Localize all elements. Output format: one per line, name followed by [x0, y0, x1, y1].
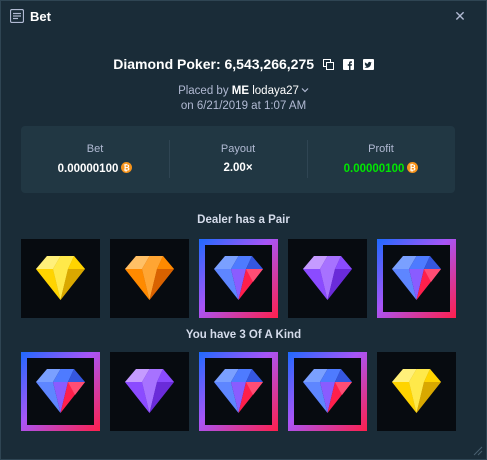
bet-label: Bet — [86, 143, 104, 155]
game-id-text: Diamond Poker: 6,543,266,275 — [113, 56, 315, 72]
copy-icon[interactable] — [322, 59, 334, 70]
gem-card — [288, 239, 367, 318]
profit-stat: Profit 0.00000100 ₿ — [307, 126, 455, 193]
bet-amount-stat: Bet 0.00000100 ₿ — [21, 126, 169, 193]
svg-text:₿: ₿ — [410, 163, 417, 172]
svg-text:₿: ₿ — [124, 163, 131, 172]
gem-card — [377, 352, 456, 431]
bet-value: 0.00000100 — [57, 163, 119, 175]
bet-slip-icon — [10, 9, 24, 23]
bitcoin-icon: ₿ — [121, 162, 133, 173]
gem-card — [21, 239, 100, 318]
payout-label: Payout — [220, 143, 256, 155]
bitcoin-icon: ₿ — [407, 162, 419, 173]
resize-handle-icon[interactable] — [471, 444, 483, 456]
bet-stats-panel: Bet 0.00000100 ₿ Payout 2.00× Profit 0.00… — [21, 126, 455, 193]
gem-card — [199, 352, 278, 431]
game-id-line: Diamond Poker: 6,543,266,275 — [0, 56, 487, 72]
blue-red-gem-icon — [214, 369, 263, 413]
placed-by-line: Placed by ME lodaya27 — [0, 85, 487, 97]
bet-value-line: 0.00000100 ₿ — [21, 162, 169, 175]
username-link[interactable]: lodaya27 — [252, 85, 299, 97]
yellow-gem-icon — [392, 369, 441, 413]
facebook-icon[interactable] — [342, 59, 354, 70]
modal-header: Bet ✕ — [0, 0, 487, 34]
payout-value: 2.00× — [223, 162, 253, 174]
profit-label: Profit — [368, 143, 394, 155]
yellow-gem-icon — [36, 256, 85, 300]
blue-red-gem-icon — [36, 369, 85, 413]
blue-red-gem-icon — [214, 256, 263, 300]
gem-card — [377, 239, 456, 318]
gem-card — [110, 352, 189, 431]
placed-by-prefix: Placed by — [178, 85, 229, 97]
close-icon[interactable]: ✕ — [452, 8, 468, 24]
purple-gem-icon — [303, 256, 352, 300]
player-hand-label: You have 3 Of A Kind — [185, 329, 302, 341]
purple-gem-icon — [125, 369, 174, 413]
gem-card — [199, 239, 278, 318]
gem-card — [21, 352, 100, 431]
me-badge: ME — [231, 85, 250, 97]
bet-date: on 6/21/2019 at 1:07 AM — [180, 100, 307, 112]
gem-card — [288, 352, 367, 431]
profit-value: 0.00000100 — [343, 163, 405, 175]
profit-value-line: 0.00000100 ₿ — [307, 162, 455, 175]
payout-stat: Payout 2.00× — [169, 126, 307, 193]
modal-title: Bet — [30, 9, 51, 24]
dealer-hand-label: Dealer has a Pair — [197, 214, 290, 226]
gem-card — [110, 239, 189, 318]
twitter-icon[interactable] — [362, 59, 374, 70]
chevron-down-icon[interactable] — [301, 86, 309, 94]
orange-gem-icon — [125, 256, 174, 300]
blue-red-gem-icon — [303, 369, 352, 413]
blue-red-gem-icon — [392, 256, 441, 300]
